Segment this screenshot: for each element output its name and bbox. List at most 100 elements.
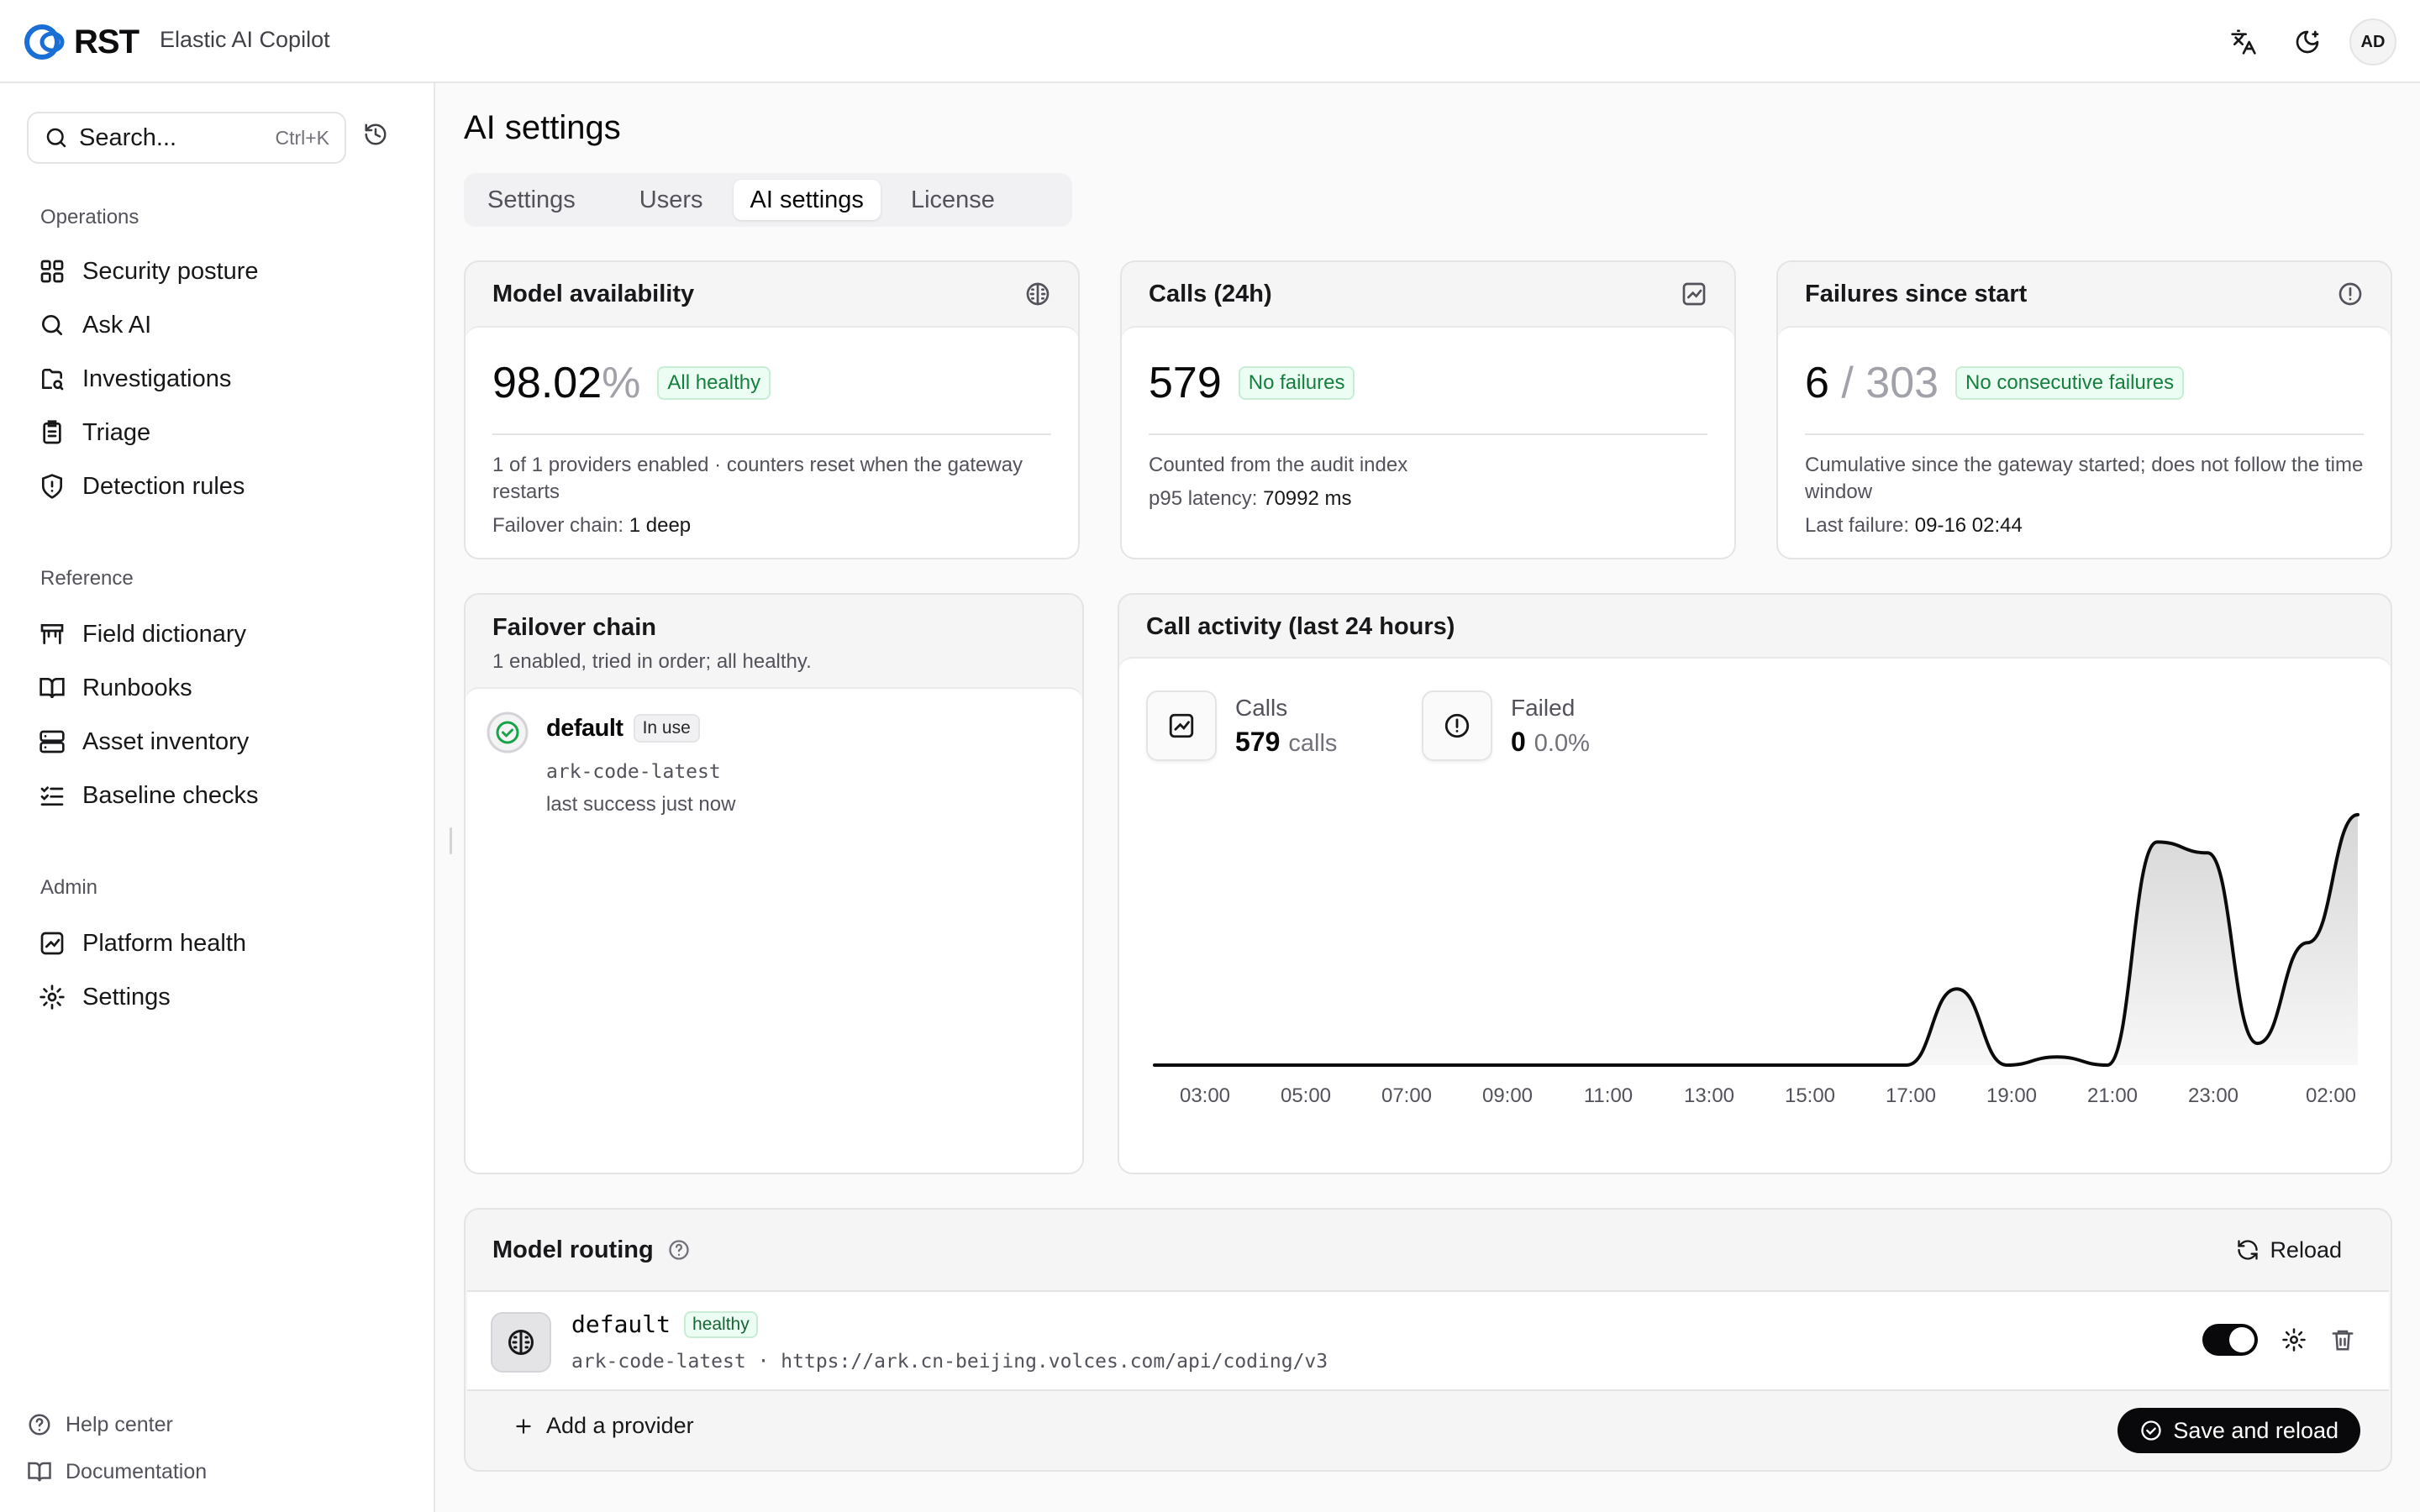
sidebar-item-runbooks[interactable]: Runbooks: [39, 669, 192, 706]
provider-row: default healthy ark-code-latest · https:…: [467, 1290, 2389, 1391]
last-failure: Last failure: 09-16 02:44: [1805, 514, 2023, 537]
check-circle-icon: [2141, 1420, 2162, 1441]
help-icon: [29, 1414, 50, 1436]
card-title: Failures since start: [1805, 280, 2028, 307]
failover-entry[interactable]: default In use: [546, 714, 700, 743]
help-icon[interactable]: [667, 1238, 691, 1262]
search-shortcut: Ctrl+K: [275, 126, 329, 149]
search-icon: [42, 315, 62, 335]
sidebar-item-label: Ask AI: [82, 311, 152, 339]
sidebar-item-label: Triage: [82, 418, 151, 446]
divider: [1149, 433, 1707, 435]
sidebar-item-asset-inventory[interactable]: Asset inventory: [39, 723, 249, 760]
divider: [492, 433, 1051, 435]
x-tick-label: 15:00: [1785, 1084, 1835, 1107]
nav-group-admin: Admin: [40, 876, 98, 899]
metric-label: Failed: [1511, 694, 1576, 721]
sidebar-item-help-center[interactable]: Help center: [27, 1412, 173, 1437]
metric-label: Calls: [1235, 694, 1288, 721]
tab-license[interactable]: License: [894, 180, 1012, 220]
tab-ai-settings[interactable]: AI settings: [733, 180, 881, 220]
sidebar-item-triage[interactable]: Triage: [39, 414, 150, 451]
tab-bar: Settings Users AI settings License: [464, 173, 1072, 227]
x-tick-label: 05:00: [1281, 1084, 1331, 1107]
gear-icon[interactable]: [2281, 1327, 2307, 1352]
sidebar-item-platform-health[interactable]: Platform health: [39, 925, 246, 962]
sidebar-item-settings[interactable]: Settings: [39, 979, 171, 1016]
refresh-icon: [2238, 1240, 2259, 1260]
model-availability-card: Model availability 98.02% All healthy 1 …: [464, 260, 1080, 559]
provider-name: default: [571, 1310, 671, 1338]
sidebar-item-label: Platform health: [82, 929, 247, 957]
x-tick-label: 21:00: [2087, 1084, 2138, 1107]
status-badge: All healthy: [657, 366, 771, 400]
brand-logo[interactable]: RST: [24, 22, 139, 62]
sidebar-item-label: Investigations: [82, 365, 232, 392]
theme-toggle-icon[interactable]: [2286, 20, 2329, 64]
call-activity-card: Call activity (last 24 hours) Calls 579 c…: [1118, 593, 2392, 1174]
failures-description: Cumulative since the gateway started; do…: [1805, 454, 2364, 503]
status-badge: healthy: [684, 1310, 758, 1338]
failover-subtitle: 1 enabled, tried in order; all healthy.: [492, 650, 812, 673]
calls-description: Counted from the audit index: [1149, 454, 1408, 476]
x-tick-label: 13:00: [1684, 1084, 1734, 1107]
alert-circle-icon: [1422, 690, 1492, 761]
sidebar-item-security-posture[interactable]: Security posture: [39, 253, 259, 290]
card-title: Failover chain: [492, 614, 657, 641]
x-tick-label: 11:00: [1584, 1084, 1633, 1107]
metric-value: 579: [1235, 726, 1281, 757]
metric-unit: 0.0%: [1534, 729, 1590, 757]
reload-label: Reload: [2270, 1236, 2342, 1263]
x-tick-label: 17:00: [1886, 1084, 1936, 1107]
card-title: Call activity (last 24 hours): [1146, 612, 1455, 640]
nav-group-reference: Reference: [40, 567, 134, 590]
sidebar-item-label: Help center: [66, 1412, 173, 1436]
sidebar-item-field-dictionary[interactable]: Field dictionary: [39, 616, 246, 653]
provider-name: default: [546, 714, 623, 742]
brain-icon: [491, 1312, 551, 1373]
case-icon: [42, 369, 64, 391]
alert-circle-icon: [2338, 282, 2362, 306]
sidebar-item-label: Security posture: [82, 257, 259, 285]
nav-group-operations: Operations: [40, 206, 139, 228]
divider: [1805, 433, 2364, 435]
p95-latency: p95 latency: 70992 ms: [1149, 487, 1352, 510]
reload-button[interactable]: Reload: [2214, 1229, 2364, 1272]
trash-icon[interactable]: [2330, 1327, 2355, 1352]
calls-value: 579: [1149, 359, 1222, 407]
sidebar-item-label: Field dictionary: [82, 620, 247, 648]
sidebar-item-detection-rules[interactable]: Detection rules: [39, 468, 245, 505]
calls-card: Calls (24h) 579 No failures Counted from…: [1120, 260, 1736, 559]
user-avatar[interactable]: AD: [2349, 18, 2396, 66]
history-icon[interactable]: [363, 122, 388, 151]
failures-card: Failures since start 6 / 303 No consecut…: [1776, 260, 2392, 559]
failures-value: 6 / 303: [1805, 359, 1939, 407]
call-activity-chart[interactable]: 03:00 05:00 07:00 09:00 11:00 13:00 15:00 17:00…: [1119, 785, 2391, 1171]
sidebar-item-documentation[interactable]: Documentation: [27, 1459, 207, 1484]
add-provider-label: Add a provider: [546, 1413, 694, 1438]
provider-enabled-toggle[interactable]: [2202, 1324, 2258, 1356]
sidebar-resize-handle[interactable]: [450, 827, 452, 854]
sidebar-item-investigations[interactable]: Investigations: [39, 360, 231, 397]
x-tick-label: 19:00: [1986, 1084, 2037, 1107]
add-provider-button[interactable]: Add a provider: [513, 1413, 694, 1439]
status-badge: No consecutive failures: [1955, 366, 2185, 400]
sidebar-item-ask-ai[interactable]: Ask AI: [39, 307, 151, 344]
sidebar-item-label: Settings: [82, 983, 171, 1011]
failover-chain-card: Failover chain 1 enabled, tried in order…: [464, 593, 1084, 1174]
language-icon[interactable]: [2222, 20, 2265, 64]
save-and-reload-button[interactable]: Save and reload: [2118, 1408, 2360, 1453]
x-tick-label: 03:00: [1180, 1084, 1230, 1107]
sidebar-item-label: Asset inventory: [82, 727, 250, 755]
availability-description: 1 of 1 providers enabled · counters rese…: [492, 454, 1023, 503]
tab-users[interactable]: Users: [623, 180, 720, 220]
chart-icon: [1146, 690, 1217, 761]
metric-unit: calls: [1288, 729, 1338, 757]
x-tick-label: 07:00: [1381, 1084, 1432, 1107]
server-icon: [39, 730, 65, 753]
search-input[interactable]: Search... Ctrl+K: [27, 112, 346, 164]
tab-settings[interactable]: Settings: [471, 180, 592, 220]
sidebar-item-baseline-checks[interactable]: Baseline checks: [39, 777, 259, 814]
availability-value: 98.02%: [492, 359, 641, 407]
save-label: Save and reload: [2173, 1417, 2338, 1443]
